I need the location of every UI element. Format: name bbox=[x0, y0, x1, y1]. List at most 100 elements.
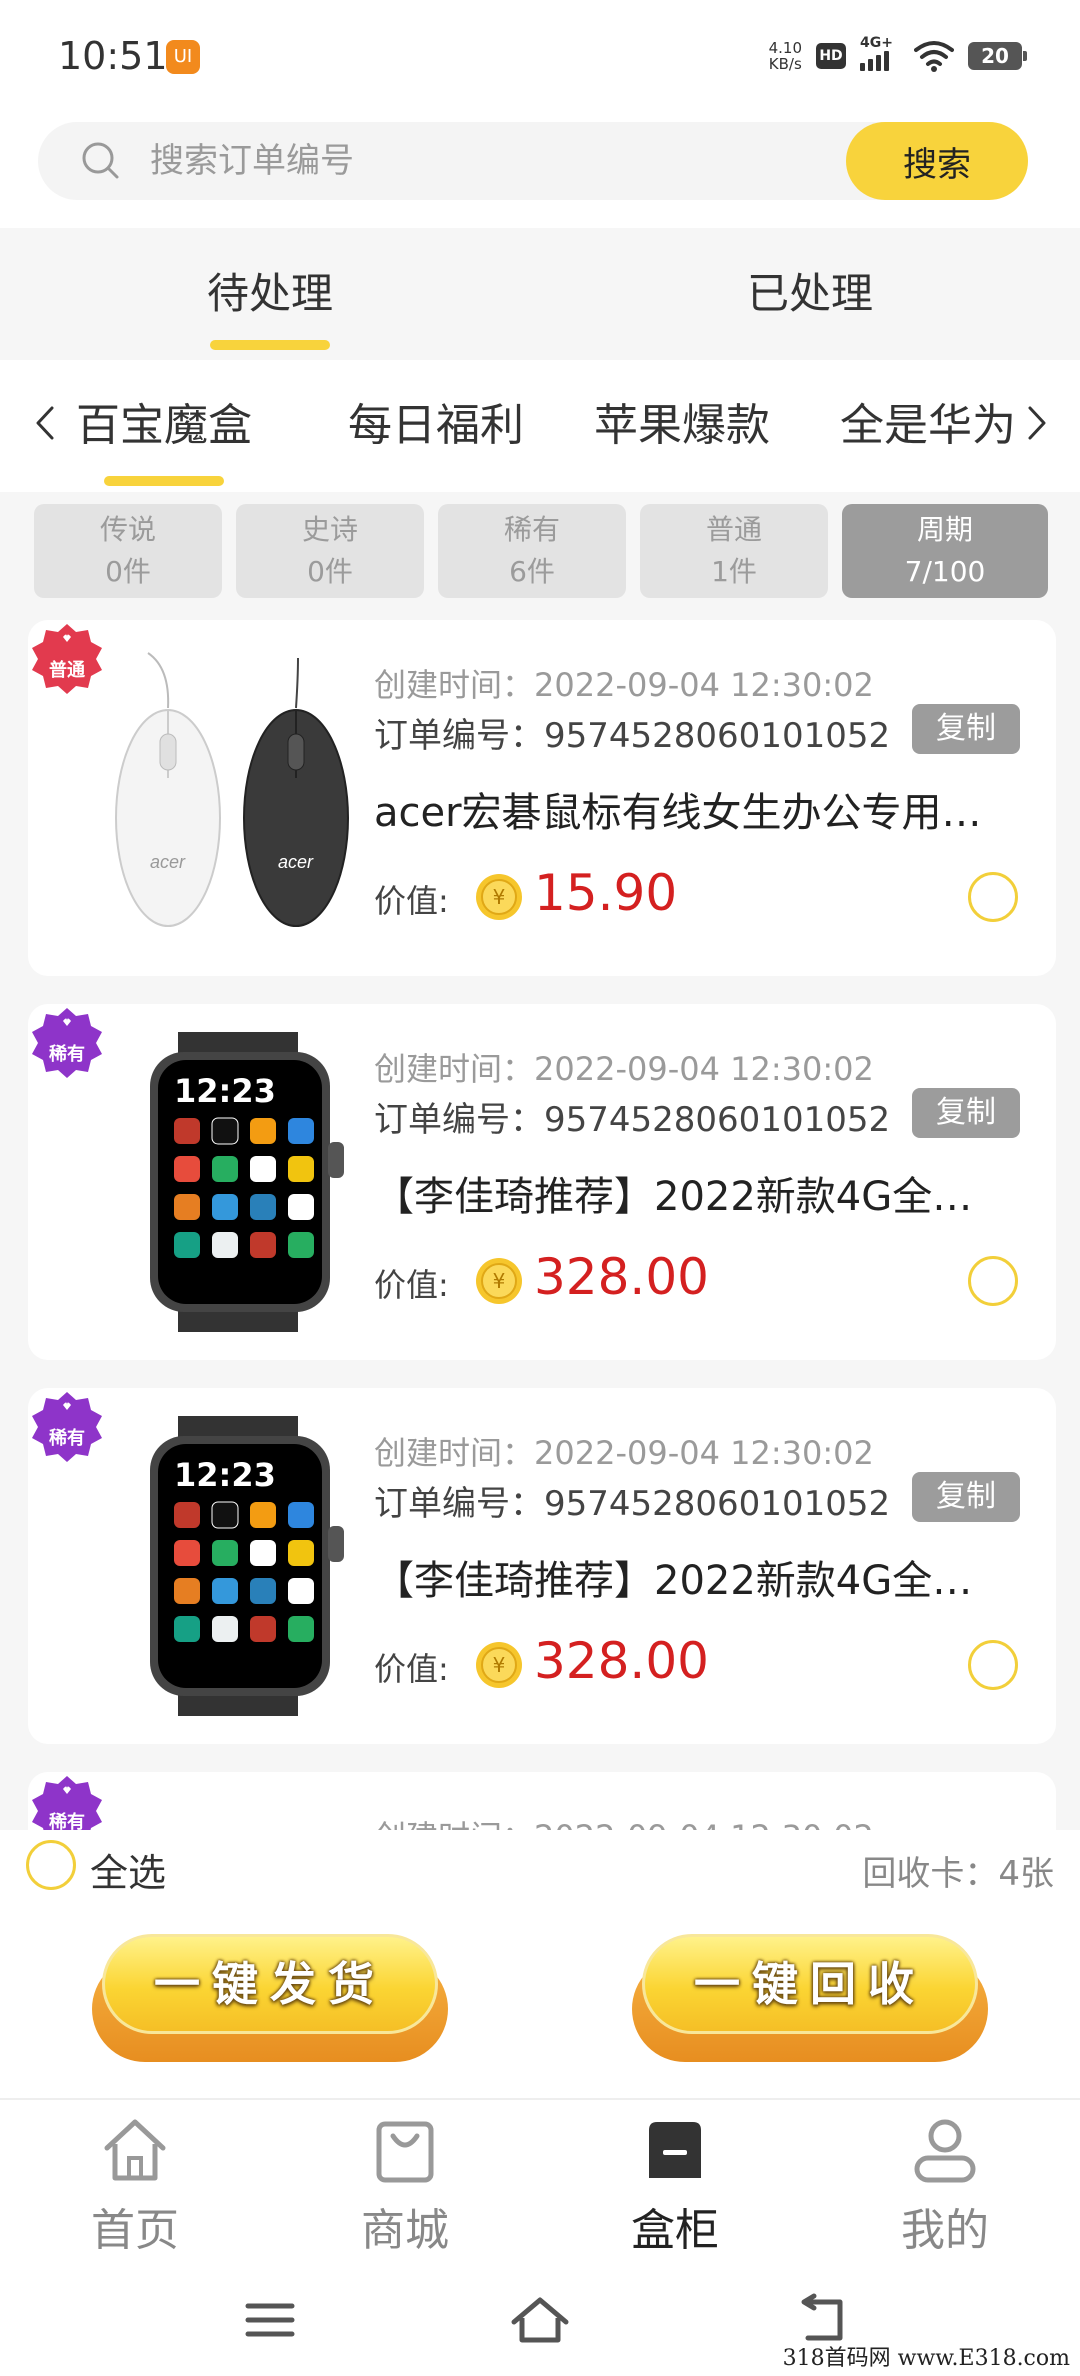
rarity-filter-rare[interactable]: 稀有 6件 bbox=[438, 504, 626, 598]
search-button[interactable]: 搜索 bbox=[846, 122, 1028, 200]
mouse-brand-text: acer bbox=[278, 852, 314, 872]
nav-home[interactable]: 首页 bbox=[0, 2100, 270, 2264]
hd-icon: HD bbox=[816, 43, 846, 69]
nav-mall[interactable]: 商城 bbox=[270, 2100, 540, 2264]
bottom-nav: 首页 商城 盒柜 我的 bbox=[0, 2098, 1080, 2264]
rarity-name: 稀有 bbox=[503, 513, 560, 546]
system-nav-bar: 318首码网 www.E318.com bbox=[0, 2264, 1080, 2376]
batch-action-area: 全选 回收卡：4张 一键发货 一键回收 bbox=[0, 1830, 1080, 2098]
rarity-count: 7/100 bbox=[904, 555, 986, 588]
cellular-signal-icon: 4G+ bbox=[860, 35, 900, 71]
mouse-brand-text: acer bbox=[150, 852, 186, 872]
tab-processed[interactable]: 已处理 bbox=[540, 228, 1080, 360]
ship-all-button[interactable]: 一键发货 bbox=[92, 1934, 448, 2062]
price-value: 15.90 bbox=[534, 864, 678, 922]
svg-text:¥: ¥ bbox=[493, 885, 506, 909]
rarity-filter-legendary[interactable]: 传说 0件 bbox=[34, 504, 222, 598]
svg-text:¥: ¥ bbox=[493, 1269, 506, 1293]
svg-text:¥: ¥ bbox=[493, 1653, 506, 1677]
mouse-icon: acer acer bbox=[115, 652, 349, 927]
category-tab-daily-benefits[interactable]: 每日福利 bbox=[348, 360, 524, 492]
rarity-count: 1件 bbox=[711, 555, 757, 588]
category-tabs: 百宝魔盒 每日福利 苹果爆款 全是华为 bbox=[0, 360, 1080, 492]
price-label: 价值: bbox=[374, 1650, 449, 1688]
rarity-filter-common[interactable]: 普通 1件 bbox=[640, 504, 828, 598]
search-bar: 搜索 bbox=[38, 122, 1028, 200]
create-time: 创建时间：2022-09-04 12:30:02 bbox=[374, 666, 874, 704]
price-value: 328.00 bbox=[534, 1632, 709, 1690]
copy-button[interactable]: 复制 bbox=[912, 1088, 1020, 1138]
smartwatch-icon: 12:23 bbox=[150, 1416, 344, 1716]
recycle-all-label: 一键回收 bbox=[694, 1957, 926, 2011]
network-speed-unit: KB/s bbox=[768, 55, 802, 73]
rarity-name: 传说 bbox=[99, 513, 156, 546]
coin-icon: ¥ bbox=[476, 874, 522, 920]
user-icon bbox=[914, 2119, 976, 2183]
nav-box-cabinet[interactable]: 盒柜 bbox=[540, 2100, 810, 2264]
rarity-filter-cycle[interactable]: 周期 7/100 bbox=[842, 504, 1048, 598]
home-icon bbox=[104, 2119, 166, 2181]
app-notification-icon: UI bbox=[166, 40, 200, 74]
tab-pending[interactable]: 待处理 bbox=[0, 228, 540, 360]
price-label: 价值: bbox=[374, 882, 449, 920]
rarity-badge-label: 稀有 bbox=[49, 1812, 85, 1830]
order-card[interactable]: 稀有 创建时间：2022-09-04 12:30:02 bbox=[28, 1772, 1056, 1830]
wifi-icon bbox=[914, 41, 954, 72]
select-all-label[interactable]: 全选 bbox=[90, 1842, 166, 1897]
order-card[interactable]: 普通 acer acer 创建时间：2022-09-04 12:30:02 订单… bbox=[28, 620, 1056, 976]
order-number: 订单编号：9574528060101052 bbox=[374, 1100, 891, 1140]
product-title: acer宏碁鼠标有线女生办公专用… bbox=[374, 790, 982, 836]
coin-icon: ¥ bbox=[476, 1258, 522, 1304]
select-radio[interactable] bbox=[968, 872, 1018, 922]
rarity-badge: 稀有 bbox=[30, 1774, 104, 1830]
order-number: 订单编号：9574528060101052 bbox=[374, 716, 891, 756]
create-time: 创建时间：2022-09-04 12:30:02 bbox=[374, 1434, 874, 1472]
order-card[interactable]: 稀有 12:23 创建时间：2022-09-04 12:30:02 订单编号：9… bbox=[28, 1004, 1056, 1360]
select-radio[interactable] bbox=[968, 1256, 1018, 1306]
rarity-name: 普通 bbox=[705, 513, 762, 546]
select-radio[interactable] bbox=[968, 1640, 1018, 1690]
nav-home-label: 首页 bbox=[91, 2205, 179, 2256]
shopping-bag-icon bbox=[376, 2121, 434, 2183]
nav-profile[interactable]: 我的 bbox=[810, 2100, 1080, 2264]
search-icon bbox=[82, 142, 119, 179]
chevron-right-icon[interactable] bbox=[1016, 398, 1056, 448]
order-card[interactable]: 稀有 12:23 创建时间：2022-09-04 12:30:02 订单编号：9… bbox=[28, 1388, 1056, 1744]
watermark: 318首码网 www.E318.com bbox=[782, 2346, 1070, 2371]
rarity-count: 0件 bbox=[105, 555, 151, 588]
order-number: 订单编号：9574528060101052 bbox=[374, 1484, 891, 1524]
network-speed: 4.10 KB/s bbox=[769, 40, 802, 72]
chevron-left-icon[interactable] bbox=[26, 398, 66, 448]
copy-button[interactable]: 复制 bbox=[912, 1472, 1020, 1522]
price-label: 价值: bbox=[374, 1266, 449, 1304]
copy-button[interactable]: 复制 bbox=[912, 704, 1020, 754]
ship-all-label: 一键发货 bbox=[154, 1957, 386, 2011]
home-system-icon[interactable] bbox=[508, 2288, 572, 2352]
watch-time: 12:23 bbox=[174, 1456, 276, 1494]
box-cabinet-icon bbox=[649, 2122, 701, 2178]
nav-mall-label: 商城 bbox=[361, 2205, 449, 2256]
watch-time: 12:23 bbox=[174, 1072, 276, 1110]
select-all-radio[interactable] bbox=[26, 1840, 76, 1890]
rarity-name: 史诗 bbox=[301, 513, 358, 546]
nav-box-cabinet-label: 盒柜 bbox=[631, 2205, 719, 2256]
nav-profile-label: 我的 bbox=[901, 2205, 989, 2256]
rarity-count: 6件 bbox=[509, 555, 555, 588]
order-list[interactable]: 普通 acer acer 创建时间：2022-09-04 12:30:02 订单… bbox=[0, 610, 1080, 1830]
product-title: 【李佳琦推荐】2022新款4G全… bbox=[374, 1558, 973, 1604]
recycle-all-button[interactable]: 一键回收 bbox=[632, 1934, 988, 2062]
rarity-count: 0件 bbox=[307, 555, 353, 588]
create-time: 创建时间：2022-09-04 12:30:02 bbox=[374, 1812, 874, 1830]
rarity-filter-epic[interactable]: 史诗 0件 bbox=[236, 504, 424, 598]
category-tab-all-huawei[interactable]: 全是华为 bbox=[840, 360, 1016, 492]
menu-icon[interactable] bbox=[238, 2288, 302, 2352]
network-speed-value: 4.10 bbox=[768, 39, 802, 57]
smartwatch-icon: 12:23 bbox=[150, 1032, 344, 1332]
status-time: 10:51 bbox=[58, 34, 168, 78]
recycle-card-count: 回收卡：4张 bbox=[862, 1854, 1054, 1894]
battery-icon: 20 bbox=[968, 42, 1027, 70]
search-input[interactable] bbox=[150, 122, 830, 200]
category-tab-treasure-box[interactable]: 百宝魔盒 bbox=[76, 360, 252, 492]
rarity-name: 周期 bbox=[916, 513, 973, 546]
category-tab-apple-hits[interactable]: 苹果爆款 bbox=[594, 360, 770, 492]
